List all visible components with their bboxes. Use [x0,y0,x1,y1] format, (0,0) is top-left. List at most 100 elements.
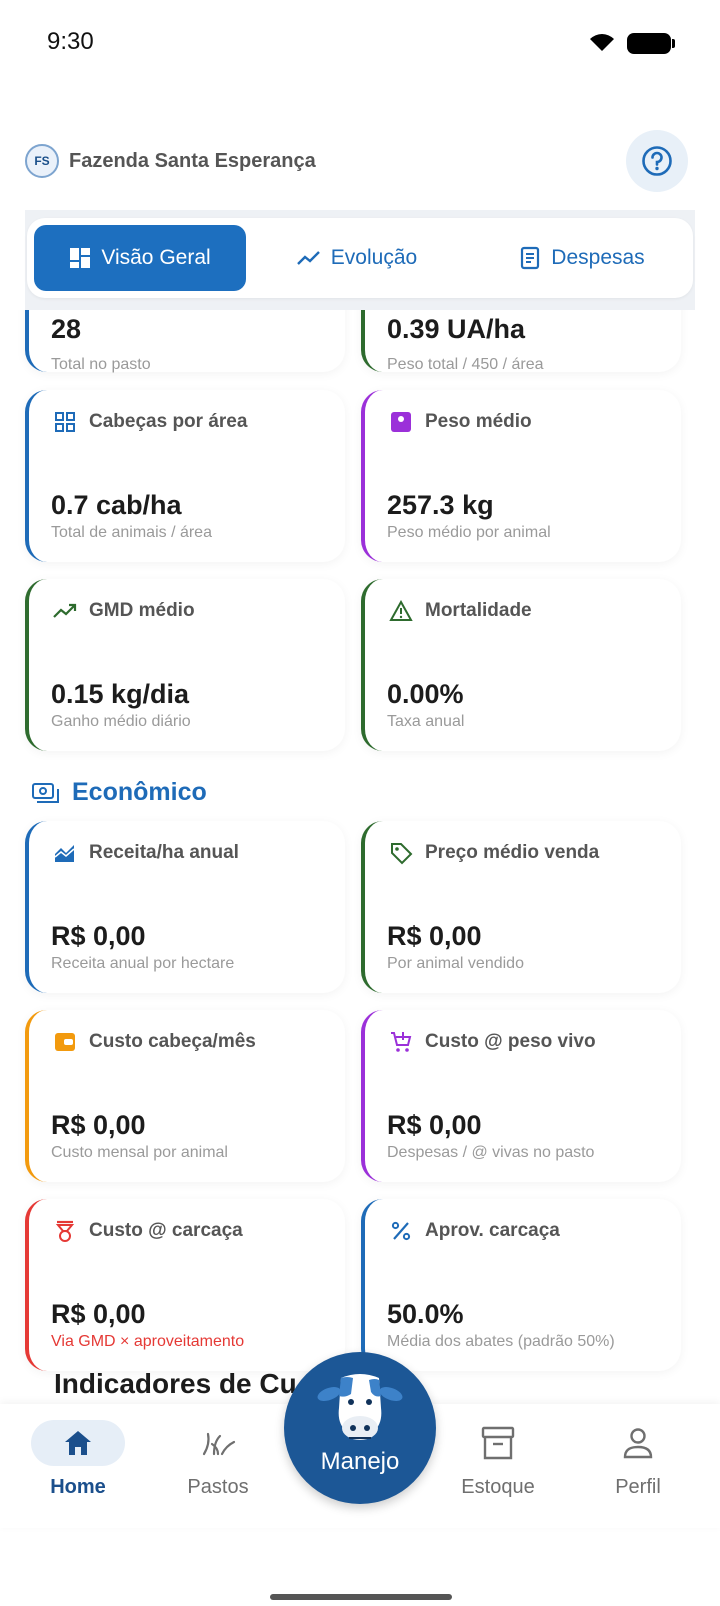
cash-icon [32,782,59,803]
card-value: R$ 0,00 [387,1110,482,1140]
card-title: Custo cabeça/mês [53,1030,256,1054]
status-bar: 9:30 [0,0,720,86]
wifi-icon [590,34,614,51]
card-custo-peso-vivo[interactable]: Custo @ peso vivo R$ 0,00 Despesas / @ v… [361,1010,681,1182]
trending-up-icon [53,599,77,623]
card-gmd-medio[interactable]: GMD médio 0.15 kg/dia Ganho médio diário [25,579,345,751]
card-subtitle: Taxa anual [387,713,465,730]
tab-visao-geral[interactable]: Visão Geral [34,225,246,291]
tab-bar: Visão Geral Evolução Despesas [27,218,693,298]
avatar[interactable]: FS [25,144,59,178]
tab-evolucao[interactable]: Evolução [277,225,437,291]
nav-label: Pastos [187,1476,249,1498]
card-title-text: Mortalidade [425,600,532,621]
card-subtitle: Peso médio por animal [387,524,551,541]
card-title-text: Custo @ carcaça [89,1220,243,1241]
tab-despesas[interactable]: Despesas [497,225,667,291]
card-title: Mortalidade [389,599,532,623]
card-preco-medio[interactable]: Preço médio venda R$ 0,00 Por animal ven… [361,821,681,993]
grass-icon [200,1420,236,1466]
receipt-icon [521,246,540,270]
tab-label: Despesas [551,246,645,269]
section-economico: Econômico [32,778,207,807]
nav-label: Estoque [461,1476,535,1498]
card-value: 0.00% [387,679,464,709]
card-title-text: Receita/ha anual [89,842,239,863]
farm-name[interactable]: Fazenda Santa Esperança [69,150,316,173]
scale-icon [389,410,413,434]
help-button[interactable] [626,130,688,192]
manejo-button[interactable]: Manejo [284,1352,436,1504]
nav-pastos[interactable]: Pastos [158,1420,278,1499]
card-lotacao[interactable]: 0.39 UA/ha Peso total / 450 / área [361,310,681,373]
tab-label: Visão Geral [101,246,211,269]
cow-icon [317,1374,403,1440]
card-value: R$ 0,00 [51,1299,146,1329]
card-title: Preço médio venda [389,841,599,865]
card-title: Custo @ peso vivo [389,1030,596,1054]
card-title-text: Custo @ peso vivo [425,1031,596,1052]
nav-home[interactable]: Home [18,1420,138,1499]
section-title-text: Econômico [72,778,207,806]
card-subtitle: Total de animais / área [51,524,212,541]
person-icon [623,1420,653,1466]
status-time: 9:30 [47,28,94,55]
card-subtitle: Por animal vendido [387,955,524,972]
nav-label: Perfil [615,1476,661,1498]
dashboard-icon [70,248,91,268]
archive-icon [481,1420,515,1466]
card-title: Aprov. carcaça [389,1219,560,1243]
dashboard-content[interactable]: 28 Total no pasto 0.39 UA/ha Peso total … [0,310,720,1404]
card-subtitle: Despesas / @ vivas no pasto [387,1144,595,1161]
nav-estoque[interactable]: Estoque [438,1420,558,1499]
card-title: Cabeças por área [53,410,247,434]
card-value: 28 [51,314,82,344]
card-title-text: Preço médio venda [425,842,600,863]
card-title-text: Custo cabeça/mês [89,1031,256,1052]
card-subtitle: Receita anual por hectare [51,955,235,972]
warning-icon [389,599,413,623]
card-title: Custo @ carcaça [53,1219,243,1243]
scale-icon [53,1219,77,1243]
card-title-text: GMD médio [89,600,195,621]
wallet-icon [53,1030,77,1054]
trending-up-icon [296,251,320,265]
battery-icon [627,33,675,54]
card-title: Receita/ha anual [53,841,239,865]
card-subtitle: Média dos abates (padrão 50%) [387,1333,615,1350]
tag-icon [389,841,413,865]
grid-icon [53,410,77,434]
card-receita-ha[interactable]: Receita/ha anual R$ 0,00 Receita anual p… [25,821,345,993]
card-subtitle: Via GMD × aproveitamento [51,1333,245,1350]
card-cabecas-area[interactable]: Cabeças por área 0.7 cab/ha Total de ani… [25,390,345,562]
tab-strip: Visão Geral Evolução Despesas [25,210,695,310]
card-value: 50.0% [387,1299,464,1329]
nav-perfil[interactable]: Perfil [578,1420,698,1499]
section-indicadores-heading: Indicadores de Cu [54,1368,297,1399]
card-value: R$ 0,00 [387,921,482,951]
area-chart-icon [53,841,77,865]
card-mortalidade[interactable]: Mortalidade 0.00% Taxa anual [361,579,681,751]
percent-icon [389,1219,413,1243]
card-aprov-carcaca[interactable]: Aprov. carcaça 50.0% Média dos abates (p… [361,1199,681,1371]
card-custo-cabeca[interactable]: Custo cabeça/mês R$ 0,00 Custo mensal po… [25,1010,345,1182]
card-title: GMD médio [53,599,195,623]
card-value: 0.7 cab/ha [51,490,182,520]
nav-label: Home [50,1476,106,1498]
help-icon [642,146,672,176]
card-subtitle: Peso total / 450 / área [387,356,544,373]
card-value: 0.39 UA/ha [387,314,526,344]
card-peso-medio[interactable]: Peso médio 257.3 kg Peso médio por anima… [361,390,681,562]
card-value: R$ 0,00 [51,921,146,951]
card-title-text: Peso médio [425,411,532,432]
home-indicator [270,1594,452,1600]
card-total-pasto[interactable]: 28 Total no pasto [25,310,345,373]
card-title: Peso médio [389,410,532,434]
farm-header: FS Fazenda Santa Esperança [25,128,688,194]
card-title-text: Cabeças por área [89,411,248,432]
card-value: 257.3 kg [387,490,494,520]
cart-icon [389,1030,413,1054]
card-subtitle: Custo mensal por animal [51,1144,228,1161]
card-value: 0.15 kg/dia [51,679,190,709]
card-custo-carcaca[interactable]: Custo @ carcaça R$ 0,00 Via GMD × aprove… [25,1199,345,1371]
